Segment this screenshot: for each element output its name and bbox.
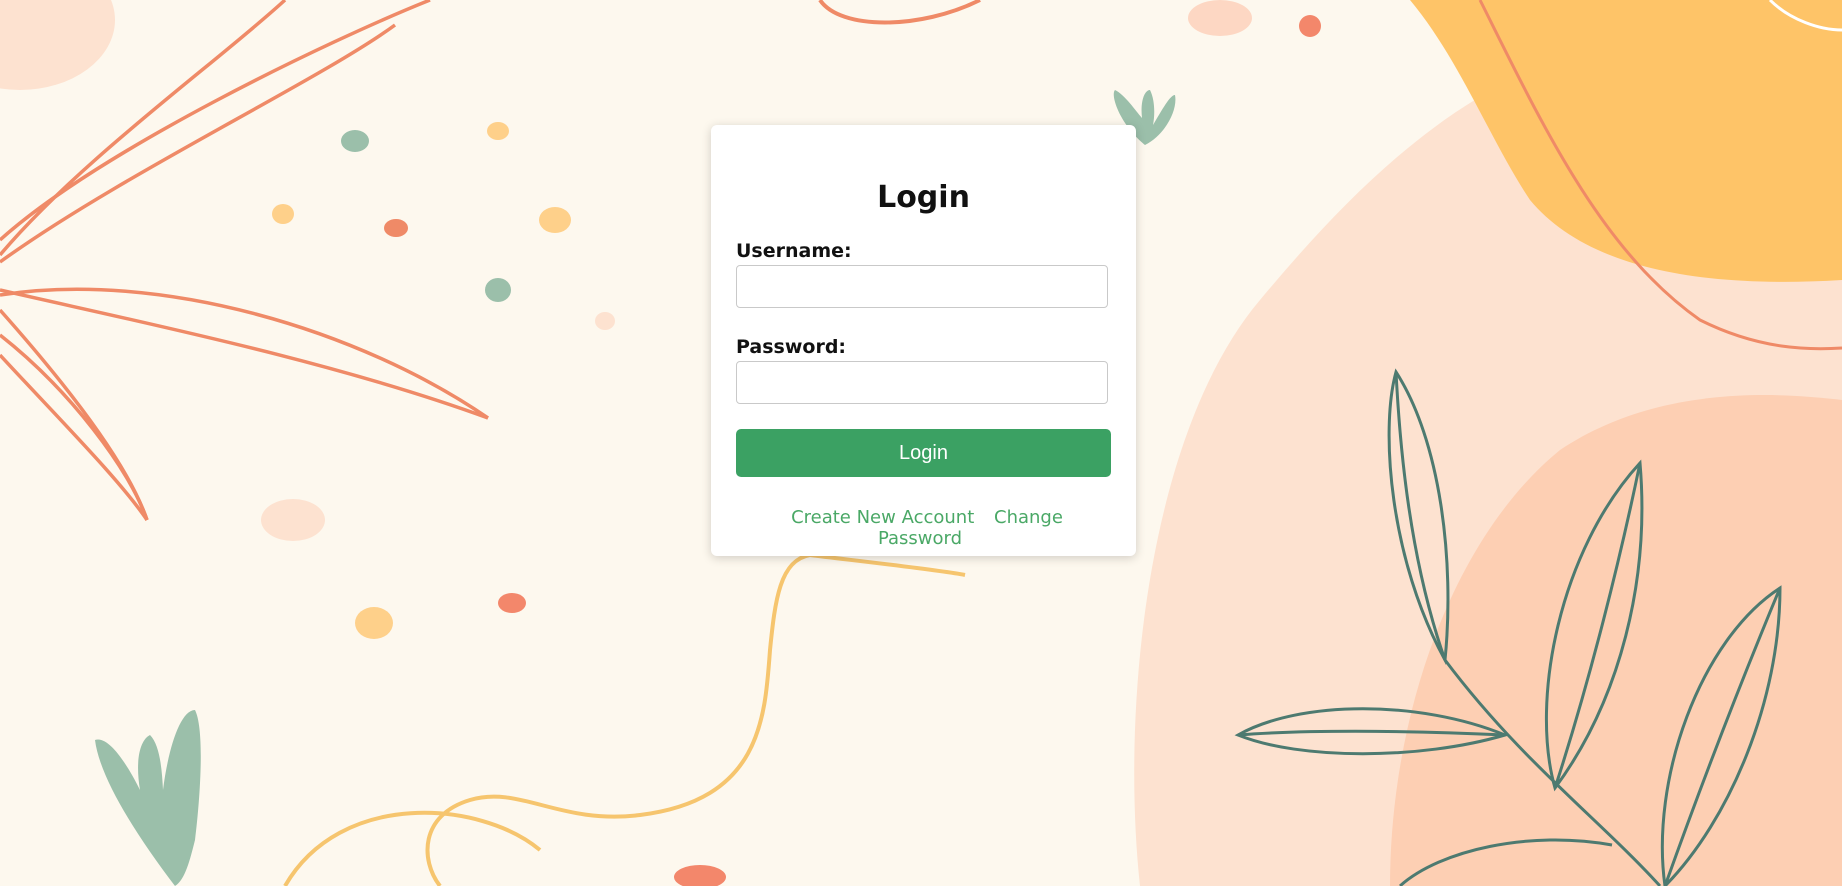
- password-input[interactable]: [736, 361, 1108, 404]
- login-title: Login: [877, 180, 970, 215]
- login-page: Login Username: Password: Login Create N…: [0, 0, 1842, 886]
- create-account-link[interactable]: Create New Account: [791, 507, 974, 528]
- login-button[interactable]: Login: [736, 429, 1111, 477]
- account-links: Create New Account Change Password: [736, 507, 1111, 549]
- login-card: Login Username: Password: Login Create N…: [711, 125, 1136, 556]
- username-label: Username:: [736, 240, 852, 262]
- password-label: Password:: [736, 336, 847, 358]
- username-input[interactable]: [736, 265, 1108, 308]
- sage-plant-shape: [95, 710, 201, 886]
- coral-leaf-lines: [0, 0, 489, 521]
